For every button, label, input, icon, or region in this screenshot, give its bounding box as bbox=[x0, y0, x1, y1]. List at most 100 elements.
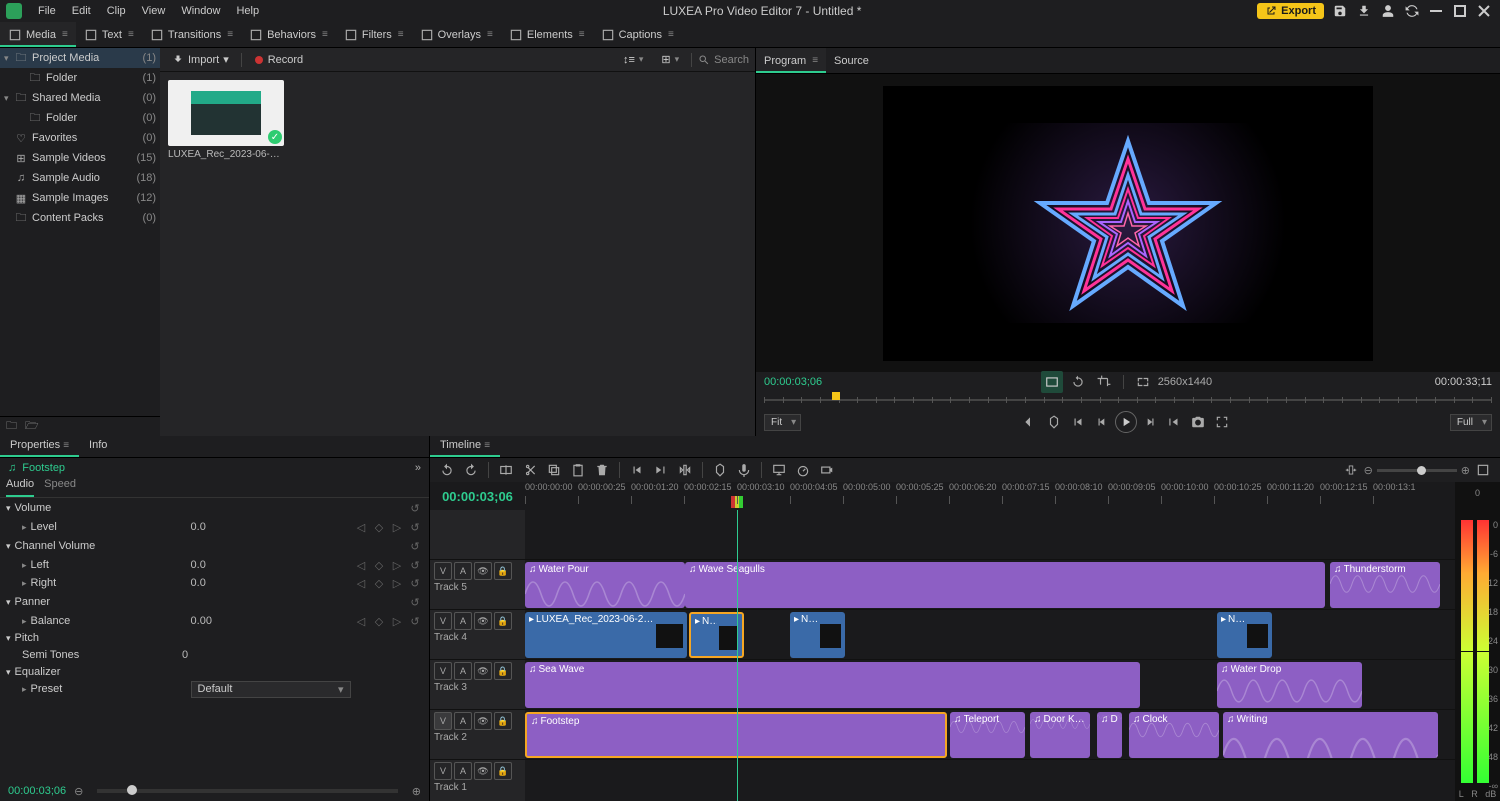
new-folder-icon[interactable]: 🗁 bbox=[25, 417, 39, 436]
track-audio-toggle[interactable]: A bbox=[454, 712, 472, 730]
ripple-button[interactable] bbox=[674, 459, 696, 481]
subtab-audio[interactable]: Audio bbox=[6, 478, 34, 497]
reset-icon[interactable]: ↺ bbox=[407, 575, 423, 591]
clip-neon-1[interactable]: ▸Neon 1 bbox=[790, 612, 845, 658]
track-audio-toggle[interactable]: A bbox=[454, 662, 472, 680]
paste-button[interactable] bbox=[567, 459, 589, 481]
prev-kf-icon[interactable]: ◁ bbox=[353, 613, 369, 629]
track-visibility-toggle[interactable]: 👁 bbox=[474, 662, 492, 680]
search-box[interactable]: Search bbox=[698, 54, 749, 66]
zoom-in-icon[interactable]: ⊕ bbox=[412, 785, 421, 798]
prev-kf-icon[interactable]: ◁ bbox=[353, 575, 369, 591]
view-grid-button[interactable]: ⊞▾ bbox=[655, 51, 685, 68]
split-button[interactable] bbox=[495, 459, 517, 481]
clip-neon-1[interactable]: ▸Neon 1 bbox=[689, 612, 744, 658]
track-video-toggle[interactable]: V bbox=[434, 762, 452, 780]
add-kf-icon[interactable]: ◇ bbox=[371, 575, 387, 591]
menu-help[interactable]: Help bbox=[228, 3, 267, 19]
fit-dropdown[interactable]: Fit bbox=[764, 414, 801, 431]
next-kf-icon[interactable]: ▷ bbox=[389, 575, 405, 591]
reset-icon[interactable]: ↺ bbox=[407, 613, 423, 629]
menu-file[interactable]: File bbox=[30, 3, 64, 19]
prev-kf-icon[interactable]: ◁ bbox=[353, 519, 369, 535]
mark-in-button[interactable] bbox=[1019, 411, 1041, 433]
tab-timeline[interactable]: Timeline ≡ bbox=[430, 436, 500, 457]
reset-icon[interactable]: ↺ bbox=[407, 538, 423, 554]
track-content[interactable]: ♫Water Pour♫Wave Seagulls♫Thunderstorm▸L… bbox=[525, 510, 1455, 801]
clip-writing[interactable]: ♫Writing bbox=[1223, 712, 1438, 758]
reset-icon[interactable]: ↺ bbox=[407, 500, 423, 516]
media-thumb[interactable]: ✓ LUXEA_Rec_2023-06-26_07-26-4... bbox=[168, 80, 284, 160]
marker-button[interactable] bbox=[1043, 411, 1065, 433]
track-lane[interactable] bbox=[525, 510, 1455, 560]
track-visibility-toggle[interactable]: 👁 bbox=[474, 562, 492, 580]
tab-source[interactable]: Source bbox=[826, 48, 877, 73]
track-lock-toggle[interactable]: 🔒 bbox=[494, 562, 512, 580]
copy-button[interactable] bbox=[543, 459, 565, 481]
zoom-out-icon[interactable]: ⊖ bbox=[74, 785, 83, 798]
frame-back-button[interactable] bbox=[1091, 411, 1113, 433]
redo-button[interactable] bbox=[460, 459, 482, 481]
zoom-in-icon[interactable]: ⊕ bbox=[1461, 464, 1470, 477]
track-visibility-toggle[interactable]: 👁 bbox=[474, 612, 492, 630]
screen-button[interactable] bbox=[768, 459, 790, 481]
download-icon[interactable] bbox=[1354, 1, 1374, 21]
playhead-marker[interactable] bbox=[832, 392, 840, 400]
camera-button[interactable] bbox=[816, 459, 838, 481]
clip-wave-seagulls[interactable]: ♫Wave Seagulls bbox=[685, 562, 1325, 608]
track-video-toggle[interactable]: V bbox=[434, 662, 452, 680]
tab-media[interactable]: Media≡ bbox=[0, 22, 76, 47]
prop-value[interactable]: 0.0 bbox=[191, 521, 231, 533]
sync-icon[interactable] bbox=[1402, 1, 1422, 21]
clip-neon-3[interactable]: ▸Neon 3 bbox=[1217, 612, 1272, 658]
reset-icon[interactable]: ↺ bbox=[407, 594, 423, 610]
clip-water-pour[interactable]: ♫Water Pour bbox=[525, 562, 685, 608]
tab-properties[interactable]: Properties ≡ bbox=[0, 436, 79, 457]
section-volume[interactable]: ▾Volume↺ bbox=[0, 498, 429, 518]
tab-info[interactable]: Info bbox=[79, 436, 117, 457]
cut-button[interactable] bbox=[519, 459, 541, 481]
subtab-speed[interactable]: Speed bbox=[44, 478, 76, 497]
export-button[interactable]: Export bbox=[1257, 3, 1324, 19]
tree-item-sample-images[interactable]: ▦Sample Images(12) bbox=[0, 188, 160, 208]
track-audio-toggle[interactable]: A bbox=[454, 562, 472, 580]
next-kf-icon[interactable]: ▷ bbox=[389, 519, 405, 535]
maximize-icon[interactable] bbox=[1450, 1, 1470, 21]
tree-item-content-packs[interactable]: 🗀Content Packs(0) bbox=[0, 208, 160, 228]
undo-button[interactable] bbox=[436, 459, 458, 481]
tree-item-sample-videos[interactable]: ⊞Sample Videos(15) bbox=[0, 148, 160, 168]
save-icon[interactable] bbox=[1330, 1, 1350, 21]
go-end-button[interactable] bbox=[1163, 411, 1185, 433]
track-video-toggle[interactable]: V bbox=[434, 612, 452, 630]
prop-value[interactable]: 0.0 bbox=[191, 559, 231, 571]
tab-program[interactable]: Program≡ bbox=[756, 48, 826, 73]
reset-icon[interactable]: ↺ bbox=[407, 519, 423, 535]
speed-button[interactable] bbox=[792, 459, 814, 481]
tree-item-favorites[interactable]: ♡Favorites(0) bbox=[0, 128, 160, 148]
zoom-fit-button[interactable] bbox=[1472, 459, 1494, 481]
section-equalizer[interactable]: ▾Equalizer bbox=[0, 664, 429, 680]
fit-timeline-button[interactable] bbox=[1340, 459, 1362, 481]
next-kf-icon[interactable]: ▷ bbox=[389, 557, 405, 573]
marker-button[interactable] bbox=[709, 459, 731, 481]
tab-behaviors[interactable]: Behaviors≡ bbox=[241, 22, 336, 47]
tree-item-folder[interactable]: 🗀Folder(1) bbox=[0, 68, 160, 88]
safe-margins-button[interactable] bbox=[1041, 371, 1063, 393]
reset-icon[interactable]: ↺ bbox=[407, 557, 423, 573]
prop-value[interactable]: 0.0 bbox=[191, 577, 231, 589]
crop-button[interactable] bbox=[1093, 371, 1115, 393]
go-end-button[interactable] bbox=[650, 459, 672, 481]
track-audio-toggle[interactable]: A bbox=[454, 612, 472, 630]
tab-filters[interactable]: Filters≡ bbox=[336, 22, 412, 47]
track-lock-toggle[interactable]: 🔒 bbox=[494, 612, 512, 630]
tree-item-shared-media[interactable]: ▾🗀Shared Media(0) bbox=[0, 88, 160, 108]
clip-door-knock[interactable]: ♫Door Knock bbox=[1030, 712, 1090, 758]
tab-transitions[interactable]: Transitions≡ bbox=[142, 22, 241, 47]
zoom-slider[interactable] bbox=[97, 789, 397, 793]
zoom-out-icon[interactable]: ⊖ bbox=[1364, 464, 1373, 477]
prop-value[interactable]: 0 bbox=[182, 649, 222, 661]
menu-window[interactable]: Window bbox=[173, 3, 228, 19]
snapshot-button[interactable] bbox=[1187, 411, 1209, 433]
minimize-icon[interactable] bbox=[1426, 1, 1446, 21]
add-kf-icon[interactable]: ◇ bbox=[371, 613, 387, 629]
